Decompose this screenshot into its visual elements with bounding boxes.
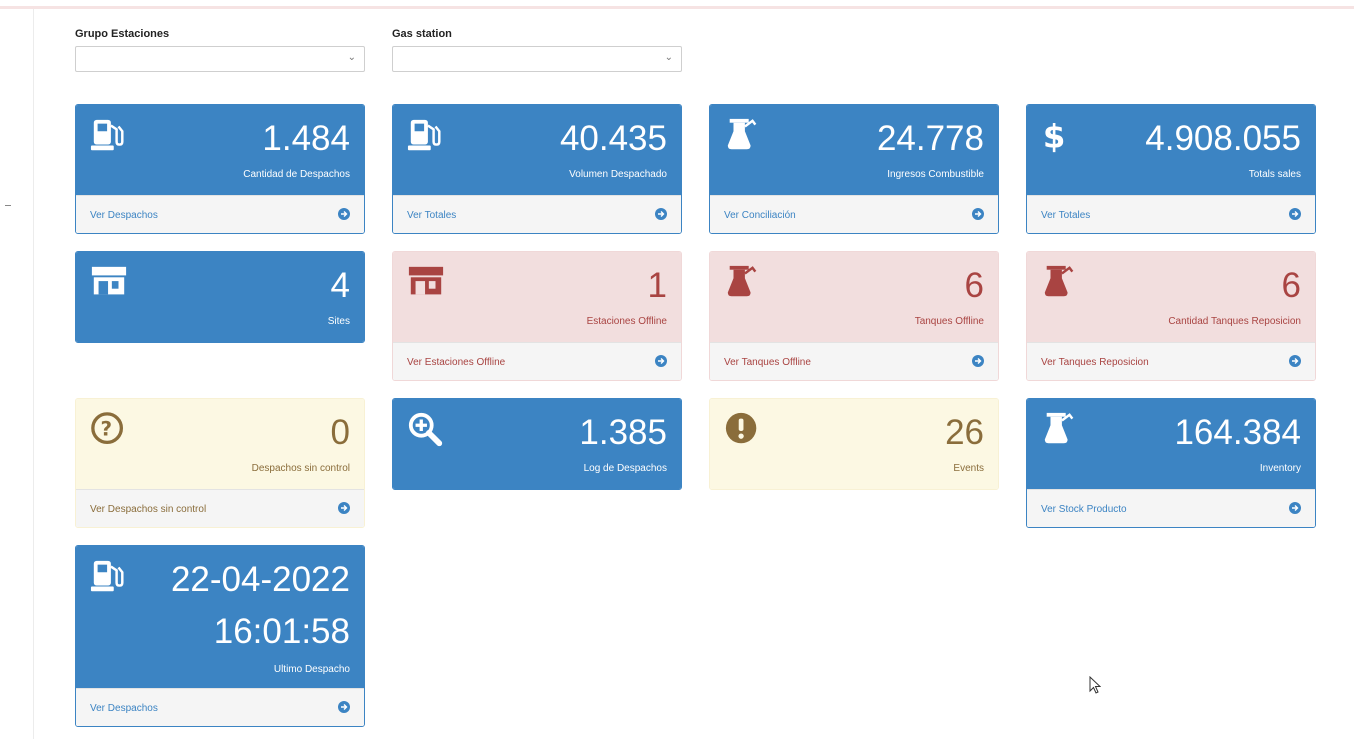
sites-label: Sites (327, 316, 350, 327)
gas-pump-icon (90, 119, 124, 151)
sales-label: Totals sales (1248, 169, 1301, 180)
flask-icon (727, 118, 757, 150)
sites-value: 4 (330, 266, 350, 305)
events-value: 26 (945, 413, 984, 452)
flask-icon (727, 265, 757, 297)
card-inventory: 164.384 Inventory Ver Stock Producto (1026, 398, 1316, 528)
left-divider (33, 9, 34, 739)
ingresos-link[interactable]: Ver Conciliación (710, 195, 998, 233)
ultimo-date-value: 22-04-2022 (170, 560, 350, 599)
inventory-link-text: Ver Stock Producto (1041, 504, 1127, 515)
tanques-reposicion-value: 6 (1281, 266, 1301, 305)
card-despachos: 1.484 Cantidad de Despachos Ver Despacho… (75, 104, 365, 234)
card-sales: $ 4.908.055 Totals sales Ver Totales (1026, 104, 1316, 234)
ingresos-value: 24.778 (876, 119, 984, 158)
flask-icon (1044, 412, 1074, 444)
arrow-circle-right-icon (1289, 355, 1301, 367)
store-icon (408, 266, 444, 295)
sin-control-label: Despachos sin control (251, 463, 350, 474)
ultimo-link[interactable]: Ver Despachos (76, 688, 364, 726)
inventory-value: 164.384 (1174, 413, 1301, 452)
tanques-reposicion-link[interactable]: Ver Tanques Reposicion (1027, 342, 1315, 380)
card-ingresos: 24.778 Ingresos Combustible Ver Concilia… (709, 104, 999, 234)
sales-value: 4.908.055 (1145, 119, 1301, 158)
card-tanques-offline: 6 Tanques Offline Ver Tanques Offline (709, 251, 999, 381)
log-value: 1.385 (579, 413, 667, 452)
ultimo-link-text: Ver Despachos (90, 703, 158, 714)
card-sin-control: ? 0 Despachos sin control Ver Despachos … (75, 398, 365, 528)
mouse-cursor-icon (1089, 676, 1101, 694)
card-ultimo-despacho: 22-04-2022 16:01:58 Ultimo Despacho Ver … (75, 545, 365, 727)
tanques-reposicion-link-text: Ver Tanques Reposicion (1041, 357, 1149, 368)
dollar-icon: $ (1043, 117, 1065, 155)
tanques-offline-link[interactable]: Ver Tanques Offline (710, 342, 998, 380)
estaciones-offline-value: 1 (647, 266, 667, 305)
arrow-circle-right-icon (338, 701, 350, 713)
question-circle-icon: ? (91, 412, 124, 445)
chevron-down-icon: ⌄ (664, 52, 673, 63)
volumen-link[interactable]: Ver Totales (393, 195, 681, 233)
flask-icon (1044, 265, 1074, 297)
arrow-circle-right-icon (972, 355, 984, 367)
log-label: Log de Despachos (583, 463, 667, 474)
ingresos-link-text: Ver Conciliación (724, 210, 796, 221)
chevron-down-icon: ⌄ (347, 52, 356, 63)
inventory-label: Inventory (1259, 463, 1301, 474)
gas-pump-icon (90, 560, 124, 592)
arrow-circle-right-icon (655, 208, 667, 220)
station-filter-label: Gas station (392, 28, 452, 40)
exclamation-circle-icon (725, 412, 757, 444)
arrow-circle-right-icon (655, 355, 667, 367)
despachos-label: Cantidad de Despachos (243, 169, 350, 180)
sin-control-link-text: Ver Despachos sin control (90, 504, 207, 515)
tanques-reposicion-label: Cantidad Tanques Reposicion (1168, 316, 1301, 327)
store-icon (91, 266, 127, 295)
ultimo-time-value: 16:01:58 (213, 612, 350, 651)
card-estaciones-offline: 1 Estaciones Offline Ver Estaciones Offl… (392, 251, 682, 381)
estaciones-offline-link[interactable]: Ver Estaciones Offline (393, 342, 681, 380)
sales-link[interactable]: Ver Totales (1027, 195, 1315, 233)
arrow-circle-right-icon (1289, 502, 1301, 514)
card-sites: 4 Sites (75, 251, 365, 343)
zoom-in-icon (408, 412, 443, 447)
arrow-circle-right-icon (972, 208, 984, 220)
top-divider (0, 6, 1354, 9)
tanques-offline-value: 6 (964, 266, 984, 305)
station-filter: Gas station ⌄ (392, 28, 682, 72)
sin-control-value: 0 (330, 413, 350, 452)
sales-link-text: Ver Totales (1041, 210, 1091, 221)
card-tanques-reposicion: 6 Cantidad Tanques Reposicion Ver Tanque… (1026, 251, 1316, 381)
tanques-offline-link-text: Ver Tanques Offline (724, 357, 811, 368)
svg-text:?: ? (100, 417, 112, 441)
arrow-circle-right-icon (1289, 208, 1301, 220)
events-label: Events (953, 463, 984, 474)
card-log: 1.385 Log de Despachos (392, 398, 682, 490)
tanques-offline-label: Tanques Offline (914, 316, 984, 327)
station-select[interactable]: ⌄ (392, 46, 682, 72)
ingresos-label: Ingresos Combustible (887, 169, 984, 180)
volumen-value: 40.435 (559, 119, 667, 158)
estaciones-offline-label: Estaciones Offline (586, 316, 667, 327)
card-volumen: 40.435 Volumen Despachado Ver Totales (392, 104, 682, 234)
ultimo-label: Ultimo Despacho (273, 664, 350, 675)
card-events: 26 Events (709, 398, 999, 490)
despachos-link[interactable]: Ver Despachos (76, 195, 364, 233)
volumen-label: Volumen Despachado (569, 169, 667, 180)
sin-control-link[interactable]: Ver Despachos sin control (76, 489, 364, 527)
group-select[interactable]: ⌄ (75, 46, 365, 72)
despachos-value: 1.484 (262, 119, 350, 158)
sidebar-edge-mark (5, 205, 11, 206)
gas-pump-icon (407, 119, 441, 151)
estaciones-offline-link-text: Ver Estaciones Offline (407, 357, 506, 368)
volumen-link-text: Ver Totales (407, 210, 457, 221)
group-filter: Grupo Estaciones ⌄ (75, 28, 365, 72)
svg-text:$: $ (1043, 117, 1065, 155)
arrow-circle-right-icon (338, 208, 350, 220)
arrow-circle-right-icon (338, 502, 350, 514)
inventory-link[interactable]: Ver Stock Producto (1027, 489, 1315, 527)
group-filter-label: Grupo Estaciones (75, 28, 170, 40)
despachos-link-text: Ver Despachos (90, 210, 158, 221)
